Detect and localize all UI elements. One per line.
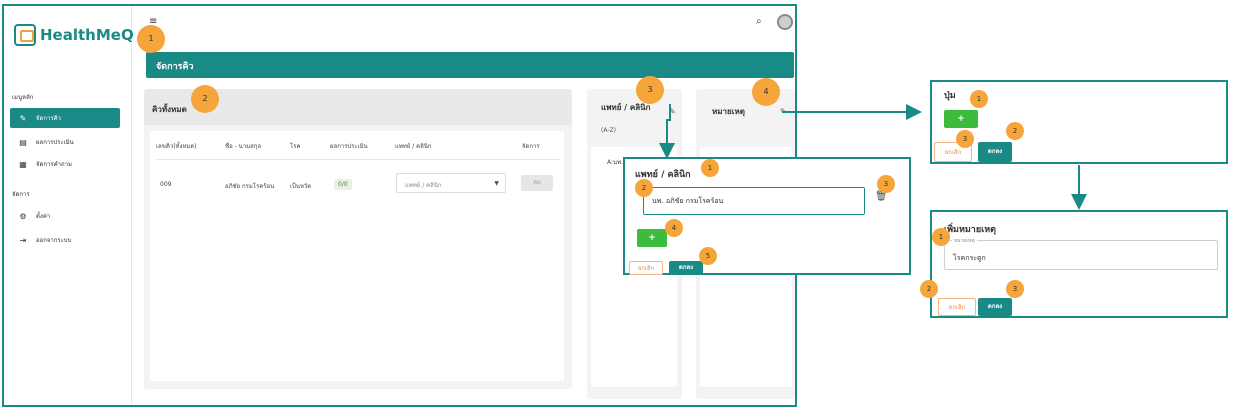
- patient-name: อภิชัย กรมโรคร้อน: [225, 183, 275, 190]
- disease: เป็นหวัด: [290, 183, 312, 190]
- sidebar-item-label: ออกจากระบบ: [36, 237, 72, 244]
- cancel-button[interactable]: ยกเลิก: [938, 298, 976, 316]
- callout-marker: 5: [699, 247, 717, 265]
- clipboard-icon: ▤: [19, 137, 27, 147]
- gear-icon: ⚙: [19, 211, 27, 221]
- sidebar-item-label: ตั้งค่า: [36, 213, 51, 220]
- column-header: โรค: [290, 143, 301, 150]
- sidebar-item-label: ผลการประเมิน: [36, 139, 74, 146]
- ok-button[interactable]: ตกลง: [978, 142, 1012, 162]
- add-button[interactable]: +: [944, 110, 978, 128]
- ok-button[interactable]: ตกลง: [669, 261, 703, 275]
- search-icon[interactable]: ⌕: [756, 16, 762, 27]
- doctor-name-field[interactable]: นพ. อภิชัย กรมโรคร้อน: [643, 187, 865, 215]
- sidebar-section-manage: จัดการ: [12, 191, 30, 198]
- callout-marker: 2: [635, 179, 653, 197]
- callout-marker: 2: [191, 85, 219, 113]
- note-field[interactable]: โรคกระดูก: [944, 240, 1218, 270]
- sidebar-section-main: เมนูหลัก: [12, 94, 34, 101]
- queue-table: เลขคิว(ทั้งหมด) ชื่อ - นามสกุล โรค ผลการ…: [150, 131, 564, 381]
- callout-marker: 3: [956, 130, 974, 148]
- doctor-popup: แพทย์ / คลินิก นพ. อภิชัย กรมโรคร้อน 🗑 +…: [623, 157, 911, 275]
- queue-panel: คิวทั้งหมด เลขคิว(ทั้งหมด) ชื่อ - นามสกุ…: [144, 89, 572, 389]
- column-header: เลขคิว(ทั้งหมด): [156, 143, 197, 150]
- callout-marker: 4: [665, 219, 683, 237]
- doctor-select-placeholder: แพทย์ / คลินิก: [405, 182, 442, 189]
- callout-marker: 1: [137, 25, 165, 53]
- logo-icon: [14, 24, 36, 46]
- sidebar-item-results[interactable]: ▤ ผลการประเมิน: [10, 132, 120, 152]
- edit-icon[interactable]: ✎: [669, 107, 676, 116]
- sidebar-item-label: จัดการคำถาม: [36, 161, 72, 168]
- edit-icon: ✎: [19, 113, 27, 123]
- column-header: ผลการประเมิน: [330, 143, 368, 150]
- callout-marker: 3: [877, 175, 895, 193]
- doctor-select[interactable]: แพทย์ / คลินิก ▼: [396, 173, 506, 193]
- page-title: จัดการคิว: [146, 52, 794, 78]
- callout-marker: 4: [752, 78, 780, 106]
- sidebar-item-queue[interactable]: ✎ จัดการคิว: [10, 108, 120, 128]
- sidebar-item-logout[interactable]: ⇥ ออกจากระบบ: [10, 230, 120, 250]
- doctor-column-sort: (A-Z): [601, 127, 616, 134]
- callout-marker: 3: [636, 76, 664, 104]
- callout-marker: 1: [932, 228, 950, 246]
- column-header: ชื่อ - นามสกุล: [225, 143, 262, 150]
- logout-icon: ⇥: [19, 235, 27, 245]
- callout-marker: 3: [1006, 280, 1024, 298]
- note-popup: เพิ่มหมายเหตุ โรคกระดูก หมายเหตุ ยกเลิก …: [920, 210, 1228, 318]
- sidebar-item-questions[interactable]: ▦ จัดการคำถาม: [10, 154, 120, 174]
- callout-marker: 2: [920, 280, 938, 298]
- result-badge: 0/0: [334, 179, 352, 190]
- callout-marker: 1: [970, 90, 988, 108]
- note-column-title: หมายเหตุ: [712, 107, 745, 116]
- column-header: แพทย์ / คลินิก: [395, 143, 432, 150]
- callout-marker: 1: [701, 159, 719, 177]
- button-popup: ปุ่ม + ยกเลิก ตกลง 1 2 3: [930, 80, 1228, 164]
- avatar[interactable]: [777, 14, 793, 30]
- column-header: จัดการ: [522, 143, 540, 150]
- ok-button[interactable]: ตกลง: [978, 298, 1012, 316]
- sidebar: HealthMeQ เมนูหลัก ✎ จัดการคิว ▤ ผลการปร…: [4, 6, 134, 405]
- document-icon: ▦: [19, 159, 27, 169]
- cancel-button[interactable]: ยกเลิก: [629, 261, 663, 275]
- app-name: HealthMeQ: [40, 26, 134, 44]
- sidebar-item-settings[interactable]: ⚙ ตั้งค่า: [10, 206, 120, 226]
- callout-marker: 2: [1006, 122, 1024, 140]
- button-popup-title: ปุ่ม: [944, 91, 956, 101]
- note-field-label: หมายเหตุ: [952, 237, 977, 245]
- header-divider: [156, 159, 560, 160]
- note-popup-title: เพิ่มหมายเหตุ: [944, 225, 996, 235]
- sidebar-item-label: จัดการคิว: [36, 115, 62, 122]
- queue-number: 009: [160, 181, 172, 188]
- delete-button[interactable]: ลบ: [521, 175, 553, 191]
- app-logo[interactable]: HealthMeQ: [14, 24, 134, 46]
- add-button[interactable]: +: [637, 229, 667, 247]
- chevron-down-icon: ▼: [494, 180, 499, 187]
- edit-icon[interactable]: ✎: [780, 107, 787, 116]
